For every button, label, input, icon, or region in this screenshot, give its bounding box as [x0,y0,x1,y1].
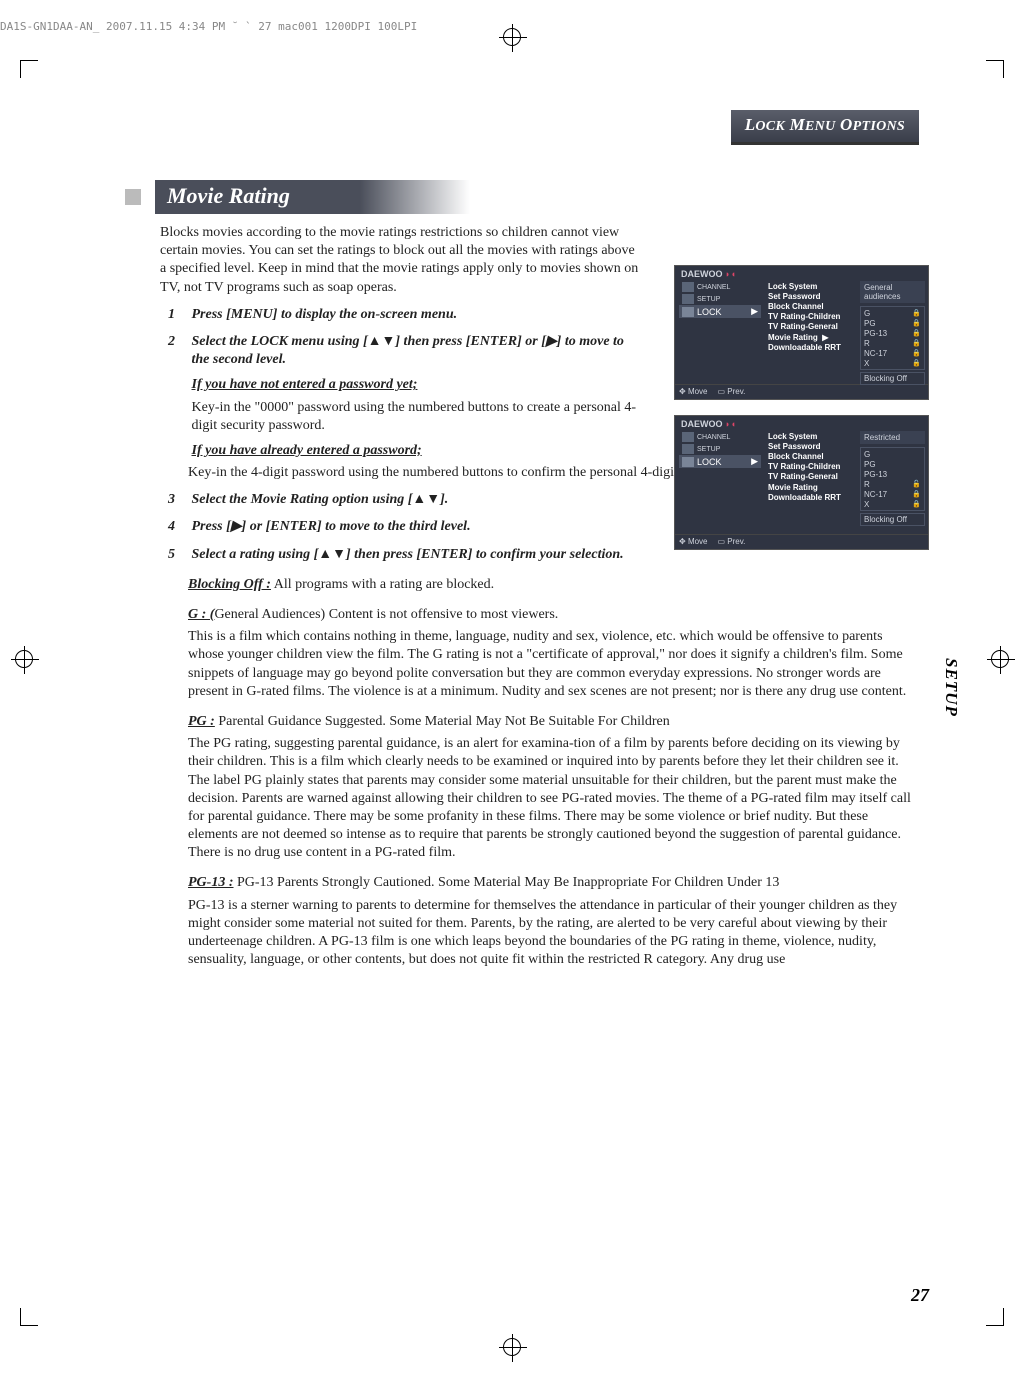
osd-option: Block Channel [768,301,854,311]
osd-rating-row: G [864,449,921,459]
osd-option: Movie Rating ▶ [768,332,854,342]
lock-icon [682,457,694,467]
registration-mark [503,28,521,46]
osd-menu-item: SETUP [679,443,761,455]
lock-icon [682,307,694,317]
rating-desc: PG-13 Parents Strongly Cautioned. Some M… [237,875,779,890]
osd-rating-row: G🔒 [864,308,921,318]
crop-mark [20,60,38,78]
osd-option: Lock System [768,281,854,291]
rating-desc: All programs with a rating are blocked. [274,577,494,592]
osd-rating-row: R🔒 [864,338,921,348]
osd-option: TV Rating-General [768,322,854,332]
osd-option: Movie Rating [768,482,854,492]
step-number: 3 [168,491,188,509]
section-header: LOCK MENU OPTIONS [731,110,919,145]
osd-footer-move: ✥ Move [679,537,708,546]
gear-icon [682,444,694,454]
osd-rating-row: PG🔒 [864,318,921,328]
tv-icon [682,432,694,442]
rating-paragraph: This is a film which contains nothing in… [188,628,919,701]
osd-blocking: Blocking Off [860,513,925,526]
osd-footer-prev: ▭ Prev. [718,387,746,396]
osd-rating-row: PG [864,459,921,469]
rating-paragraph: PG-13 is a sterner warning to parents to… [188,897,919,970]
osd-menu-item-selected: LOCK ▶ [679,305,761,318]
osd-option: Downloadable RRT [768,342,854,352]
rating-label: Blocking Off : [188,577,271,592]
rating-label: G : ( [188,607,214,622]
page-number: 27 [911,1285,929,1306]
step-text: Press [MENU] to display the on-screen me… [192,306,644,324]
osd-logo: DAEWOO ◗◖ [675,416,928,429]
osd-rating-row: PG-13 [864,469,921,479]
step-number: 2 [168,333,188,351]
osd-screenshot: DAEWOO ◗◖ CHANNEL SETUP LOCK ▶ Lock Syst… [674,265,929,400]
step-text: Select the LOCK menu using [▲▼] then pre… [192,334,624,367]
rating-label: PG : [188,714,215,729]
osd-right-header: Restricted [860,431,925,444]
registration-mark [15,650,33,668]
registration-mark [503,1338,521,1356]
osd-rating-row: NC-17🔒 [864,489,921,499]
osd-blocking: Blocking Off [860,372,925,385]
osd-option: Set Password [768,441,854,451]
rating-label: PG-13 : [188,875,234,890]
osd-footer-prev: ▭ Prev. [718,537,746,546]
osd-menu-item: SETUP [679,293,761,305]
osd-option: TV Rating-Children [768,462,854,472]
osd-option: TV Rating-Children [768,312,854,322]
osd-option: Set Password [768,291,854,301]
step-number: 4 [168,518,188,536]
osd-rating-row: NC-17🔒 [864,348,921,358]
subheading: If you have already entered a password; [192,442,644,460]
bullet-icon [125,189,141,205]
body-text: Key-in the "0000" password using the num… [192,399,644,435]
osd-rating-row: R🔓 [864,479,921,489]
rating-desc: Parental Guidance Suggested. Some Materi… [218,714,669,729]
subheading: If you have not entered a password yet; [192,376,644,394]
osd-right-header: General audiences [860,281,925,303]
registration-mark [991,650,1009,668]
osd-option: Downloadable RRT [768,492,854,502]
side-tab: SETUP [938,650,964,725]
rating-desc: General Audiences) Content is not offens… [214,607,558,622]
osd-menu-item-selected: LOCK ▶ [679,455,761,468]
crop-mark [986,60,1004,78]
section-title: Movie Rating [155,180,470,214]
osd-menu-item: CHANNEL [679,281,761,293]
step-number: 5 [168,546,188,564]
osd-option: TV Rating-General [768,472,854,482]
intro-text: Blocks movies according to the movie rat… [160,224,640,297]
osd-option: Lock System [768,431,854,441]
osd-logo: DAEWOO ◗◖ [675,266,928,279]
tv-icon [682,282,694,292]
file-header: DA1S-GN1DAA-AN_ 2007.11.15 4:34 PM ˘ ` 2… [0,20,417,33]
osd-rating-row: PG-13🔒 [864,328,921,338]
rating-paragraph: The PG rating, suggesting parental guida… [188,735,919,862]
section-title-row: Movie Rating [125,180,919,214]
osd-rating-row: X🔒 [864,358,921,368]
osd-rating-row: X🔒 [864,499,921,509]
osd-footer-move: ✥ Move [679,387,708,396]
gear-icon [682,294,694,304]
osd-option: Block Channel [768,451,854,461]
osd-screenshot: DAEWOO ◗◖ CHANNEL SETUP LOCK ▶ Lock Syst… [674,415,929,550]
step-number: 1 [168,306,188,324]
crop-mark [986,1308,1004,1326]
crop-mark [20,1308,38,1326]
osd-menu-item: CHANNEL [679,431,761,443]
